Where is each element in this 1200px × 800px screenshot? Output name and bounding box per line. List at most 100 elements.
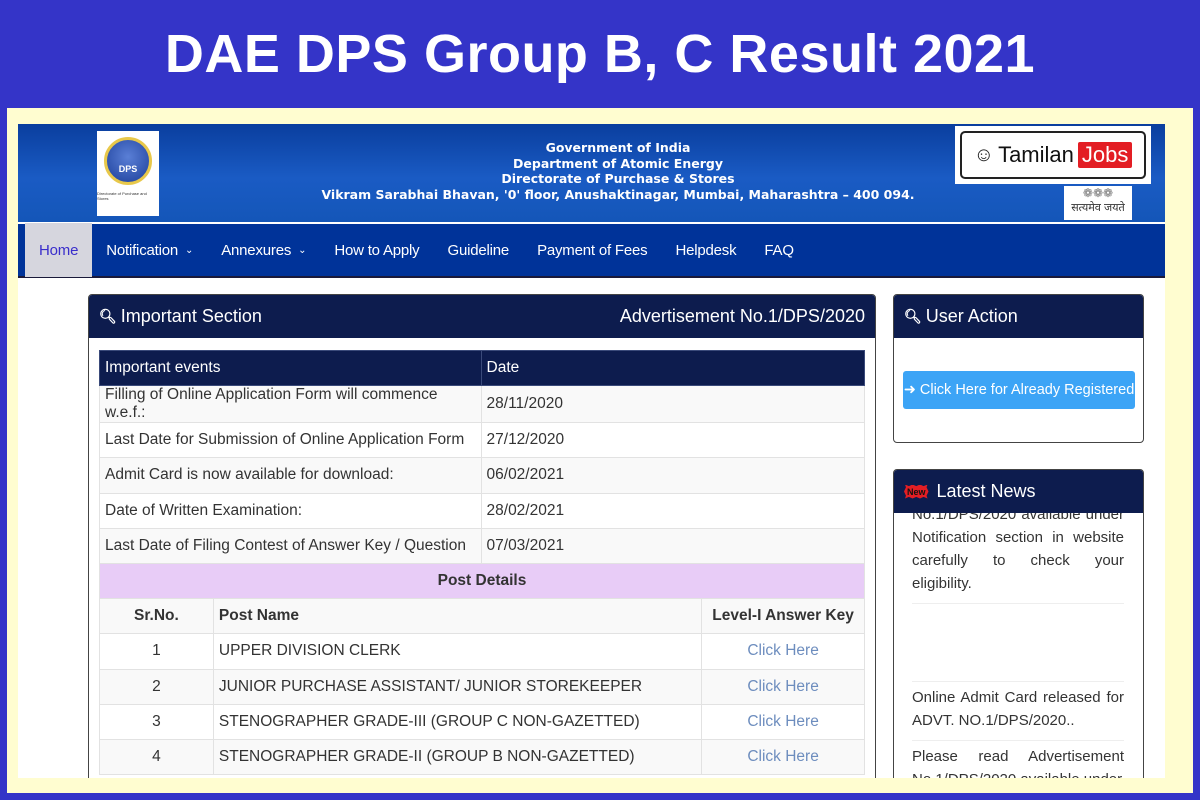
already-registered-button[interactable]: ➜ Click Here for Already Registered: [903, 371, 1135, 409]
post-header-row: Sr.No. Post Name Level-I Answer Key: [99, 598, 865, 635]
search-icon: 🔍︎: [904, 308, 922, 324]
nav-label: Payment of Fees: [537, 241, 648, 259]
post-row: 3 STENOGRAPHER GRADE-III (GROUP C NON-GAZ…: [99, 703, 865, 740]
nav-faq[interactable]: FAQ: [750, 223, 807, 277]
sr-no-header: Sr.No.: [99, 598, 214, 635]
already-registered-label: Click Here for Already Registered: [919, 382, 1135, 398]
post-sr: 4: [99, 738, 214, 776]
bharathiyar-face-icon: ☺: [973, 143, 995, 166]
nav-annexures[interactable]: Annexures ⌄: [207, 223, 320, 277]
emblem-motto: सत्यमेव जयते: [1071, 202, 1125, 214]
event-row: Last Date of Filing Contest of Answer Ke…: [99, 527, 866, 564]
org-line-directorate: Directorate of Purchase & Stores: [501, 171, 735, 186]
sign-in-icon: ➜: [903, 382, 916, 398]
event-name: Admit Card is now available for download…: [99, 457, 482, 494]
nav-guideline[interactable]: Guideline: [433, 223, 523, 277]
answer-key-link[interactable]: Click Here: [701, 633, 865, 670]
watermark-right: Jobs: [1077, 142, 1133, 168]
search-icon: 🔍︎: [99, 308, 117, 324]
event-row: Filling of Online Application Form will …: [99, 385, 866, 424]
website: DPS Directorate of Purchase and Stores G…: [18, 124, 1165, 778]
post-name: STENOGRAPHER GRADE-II (GROUP B NON-GAZET…: [212, 738, 703, 776]
event-date: 28/02/2021: [480, 492, 866, 529]
post-name: UPPER DIVISION CLERK: [212, 633, 703, 670]
event-row: Admit Card is now available for download…: [99, 457, 866, 494]
org-line-department: Department of Atomic Energy: [513, 155, 723, 171]
answer-key-header: Level-I Answer Key: [701, 598, 865, 635]
nav-label: FAQ: [764, 241, 794, 259]
nav-helpdesk[interactable]: Helpdesk: [661, 223, 750, 277]
latest-news-header: New Latest News: [894, 470, 1143, 513]
logo-caption: Directorate of Purchase and Stores: [97, 191, 147, 201]
news-scroller[interactable]: No.1/DPS/2020 available under Notificati…: [894, 513, 1143, 778]
organization-info: Government of India Department of Atomic…: [218, 140, 1018, 202]
news-list: No.1/DPS/2020 available under Notificati…: [912, 513, 1124, 778]
post-sr: 3: [99, 703, 214, 740]
screenshot-frame: DPS Directorate of Purchase and Stores G…: [7, 108, 1193, 793]
latest-news-title: Latest News: [936, 481, 1036, 501]
banner-title: DAE DPS Group B, C Result 2021: [164, 24, 1036, 84]
important-section-panel: 🔍︎ Important Section Advertisement No.1/D…: [88, 294, 876, 778]
news-spacer: [912, 604, 1124, 682]
atom-emblem-icon: DPS: [104, 137, 152, 185]
event-name: Filling of Online Application Form will …: [99, 385, 482, 424]
main-nav: Home Notification ⌄ Annexures ⌄ How to App…: [18, 223, 1165, 278]
nav-label: Annexures: [221, 241, 292, 259]
org-line-government: Government of India: [545, 140, 691, 155]
event-name: Date of Written Examination:: [99, 492, 482, 529]
chevron-down-icon: ⌄: [298, 244, 307, 256]
post-name: JUNIOR PURCHASE ASSISTANT/ JUNIOR STOREK…: [212, 668, 703, 705]
news-item[interactable]: Online Admit Card released for ADVT. NO.…: [912, 682, 1124, 741]
user-action-panel: 🔍︎ User Action ➜ Click Here for Already R…: [893, 294, 1144, 443]
post-row: 4 STENOGRAPHER GRADE-II (GROUP B NON-GAZE…: [99, 738, 865, 776]
org-line-address: Vikram Sarabhai Bhavan, '0' floor, Anush…: [321, 186, 915, 202]
national-emblem: ❁❁❁ सत्यमेव जयते: [1064, 186, 1132, 220]
answer-key-link[interactable]: Click Here: [701, 738, 865, 776]
tamilanjobs-watermark: ☺ Tamilan Jobs: [955, 126, 1151, 184]
post-row: 2 JUNIOR PURCHASE ASSISTANT/ JUNIOR STORE…: [99, 668, 865, 705]
event-row: Last Date for Submission of Online Appli…: [99, 422, 866, 459]
event-date: 28/11/2020: [480, 385, 866, 424]
chevron-down-icon: ⌄: [185, 244, 194, 256]
event-name: Last Date for Submission of Online Appli…: [99, 422, 482, 459]
watermark-left: Tamilan: [998, 142, 1074, 167]
post-name: STENOGRAPHER GRADE-III (GROUP C NON-GAZE…: [212, 703, 703, 740]
events-table: Important events Date Filling of Online …: [99, 349, 866, 776]
nav-label: Home: [39, 241, 79, 259]
nav-label: Guideline: [447, 241, 510, 259]
nav-home[interactable]: Home: [25, 223, 93, 277]
user-action-header: 🔍︎ User Action: [894, 295, 1143, 338]
post-row: 1 UPPER DIVISION CLERK Click Here: [99, 633, 865, 670]
important-section-header: 🔍︎ Important Section Advertisement No.1/D…: [89, 295, 875, 338]
nav-payment-of-fees[interactable]: Payment of Fees: [523, 223, 661, 277]
event-date: 27/12/2020: [480, 422, 866, 459]
latest-news-panel: New Latest News No.1/DPS/2020 available u…: [893, 469, 1144, 778]
site-header: DPS Directorate of Purchase and Stores G…: [18, 124, 1165, 222]
nav-label: Helpdesk: [675, 241, 737, 259]
post-sr: 1: [99, 633, 214, 670]
advertisement-number: Advertisement No.1/DPS/2020: [619, 306, 865, 326]
dps-logo[interactable]: DPS Directorate of Purchase and Stores: [97, 131, 159, 216]
events-header-row: Important events Date: [99, 349, 866, 387]
post-details-title: Post Details: [99, 562, 865, 600]
news-item[interactable]: No.1/DPS/2020 available under Notificati…: [912, 513, 1124, 604]
new-badge-icon: New: [904, 484, 929, 499]
post-sr: 2: [99, 668, 214, 705]
nav-notification[interactable]: Notification ⌄: [92, 223, 207, 277]
post-name-header: Post Name: [212, 598, 703, 635]
event-date: 06/02/2021: [480, 457, 866, 494]
answer-key-link[interactable]: Click Here: [701, 668, 865, 705]
nav-label: How to Apply: [334, 241, 420, 259]
important-section-title: Important Section: [120, 306, 262, 326]
event-date: 07/03/2021: [480, 527, 866, 564]
event-name: Last Date of Filing Contest of Answer Ke…: [99, 527, 482, 564]
answer-key-link[interactable]: Click Here: [701, 703, 865, 740]
logo-text: DPS: [118, 164, 138, 174]
news-item[interactable]: Please read Advertisement No.1/DPS/2020 …: [912, 741, 1124, 778]
events-col-header: Important events: [99, 349, 482, 387]
date-col-header: Date: [480, 349, 866, 387]
event-row: Date of Written Examination: 28/02/2021: [99, 492, 866, 529]
post-details-row: Post Details: [99, 562, 865, 600]
nav-label: Notification: [106, 241, 179, 259]
nav-how-to-apply[interactable]: How to Apply: [320, 223, 433, 277]
